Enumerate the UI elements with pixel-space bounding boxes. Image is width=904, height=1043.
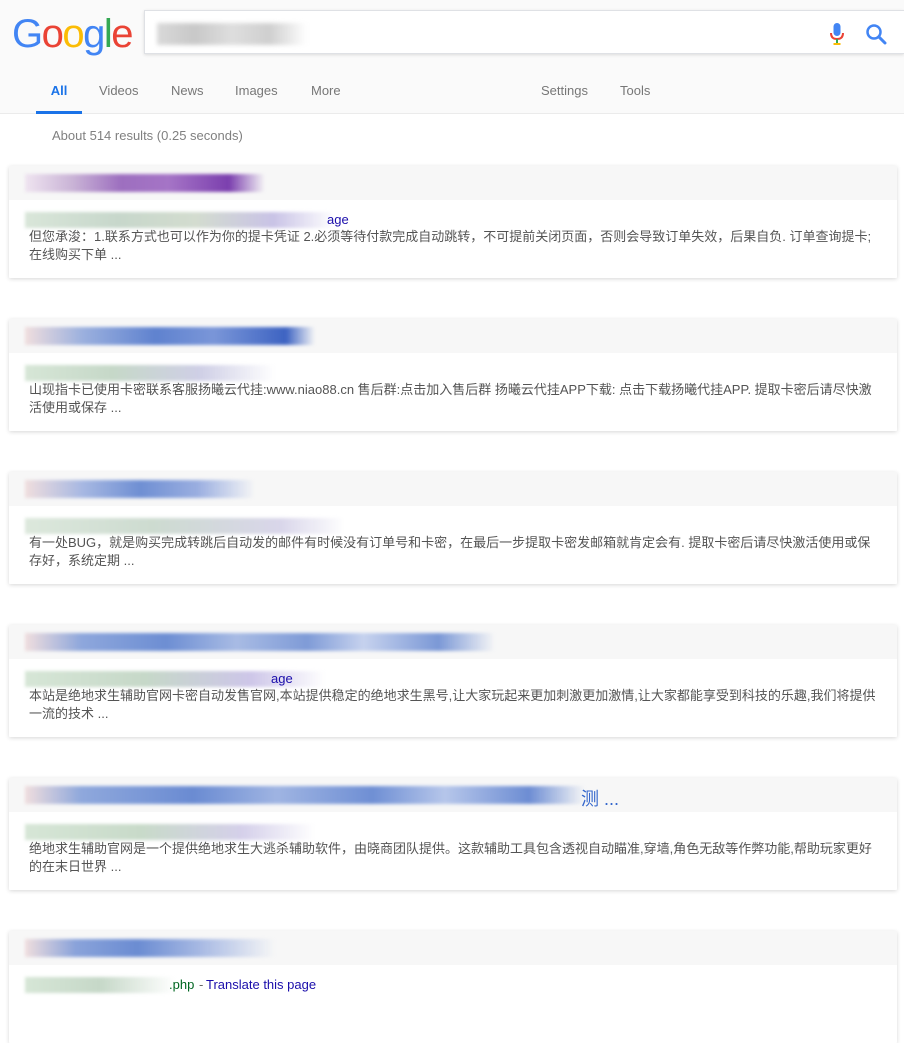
search-result: age 但您承浚：1.联系方式也可以作为你的提卡凭证 2.必须等待付款完成自动跳… xyxy=(9,166,897,278)
translate-link[interactable]: Translate this page xyxy=(206,977,316,992)
logo-letter-o1: o xyxy=(41,12,64,56)
logo-letter-e: e xyxy=(111,12,133,56)
logo-letter-g2: g xyxy=(83,12,105,56)
result-header xyxy=(9,625,897,659)
result-stats: About 514 results (0.25 seconds) xyxy=(52,128,243,143)
redacted-title[interactable] xyxy=(25,939,275,957)
tab-more[interactable]: More xyxy=(311,72,341,114)
logo-letter-g: G xyxy=(12,12,43,56)
redacted-url[interactable] xyxy=(25,365,275,381)
redacted-title[interactable] xyxy=(25,174,265,192)
search-result: 有一处BUG，就是购买完成转跳后自动发的邮件有时候没有订单号和卡密，在最后一步提… xyxy=(9,472,897,584)
redacted-url[interactable] xyxy=(25,518,345,534)
tab-tools[interactable]: Tools xyxy=(620,72,650,114)
search-header: Google All Videos News Images More Setti… xyxy=(0,0,904,114)
result-header: 测 ... xyxy=(9,778,897,812)
result-header xyxy=(9,931,897,965)
result-header xyxy=(9,166,897,200)
redacted-url[interactable] xyxy=(25,824,315,840)
tab-images[interactable]: Images xyxy=(235,72,278,114)
redacted-url[interactable] xyxy=(25,977,175,993)
result-snippet: 绝地求生辅助官网是一个提供绝地求生大逃杀辅助软件，由晓商团队提供。这款辅助工具包… xyxy=(29,841,872,874)
logo-letter-l: l xyxy=(103,12,113,56)
result-snippet: 有一处BUG，就是购买完成转跳后自动发的邮件有时候没有订单号和卡密，在最后一步提… xyxy=(29,535,871,568)
search-result: age 本站是绝地求生辅助官网卡密自动发售官网,本站提供稳定的绝地求生黑号,让大… xyxy=(9,625,897,737)
tab-settings[interactable]: Settings xyxy=(541,72,588,114)
redacted-title[interactable] xyxy=(25,786,585,804)
tab-news[interactable]: News xyxy=(171,72,204,114)
redacted-title[interactable] xyxy=(25,480,255,498)
result-url[interactable]: age xyxy=(271,671,293,686)
result-url[interactable]: age xyxy=(327,212,349,227)
logo-letter-o2: o xyxy=(62,12,84,56)
redacted-title[interactable] xyxy=(25,633,495,651)
result-snippet: 山现指卡已使用卡密联系客服扬曦云代挂:www.niao88.cn 售后群:点击加… xyxy=(29,382,872,415)
search-result: 测 ... 绝地求生辅助官网是一个提供绝地求生大逃杀辅助软件，由晓商团队提供。这… xyxy=(9,778,897,890)
search-result: 山现指卡已使用卡密联系客服扬曦云代挂:www.niao88.cn 售后群:点击加… xyxy=(9,319,897,431)
result-url[interactable]: .php xyxy=(169,977,194,992)
search-input[interactable] xyxy=(155,19,795,47)
result-title[interactable]: 测 ... xyxy=(581,785,619,811)
result-snippet: 本站是绝地求生辅助官网卡密自动发售官网,本站提供稳定的绝地求生黑号,让大家玩起来… xyxy=(29,688,876,721)
tab-videos[interactable]: Videos xyxy=(99,72,139,114)
search-box[interactable] xyxy=(144,10,904,54)
result-header xyxy=(9,472,897,506)
result-header xyxy=(9,319,897,353)
tab-all[interactable]: All xyxy=(36,72,82,114)
microphone-icon[interactable] xyxy=(829,22,845,46)
url-separator: - xyxy=(199,977,204,992)
redacted-url[interactable] xyxy=(25,212,335,228)
result-snippet: 但您承浚：1.联系方式也可以作为你的提卡凭证 2.必须等待付款完成自动跳转，不可… xyxy=(29,229,872,262)
search-tabs: All Videos News Images More Settings Too… xyxy=(0,72,904,114)
redacted-title[interactable] xyxy=(25,327,315,345)
google-logo[interactable]: Google xyxy=(12,11,133,57)
search-result: .php - Translate this page xyxy=(9,931,897,1043)
search-icon[interactable] xyxy=(865,23,887,45)
